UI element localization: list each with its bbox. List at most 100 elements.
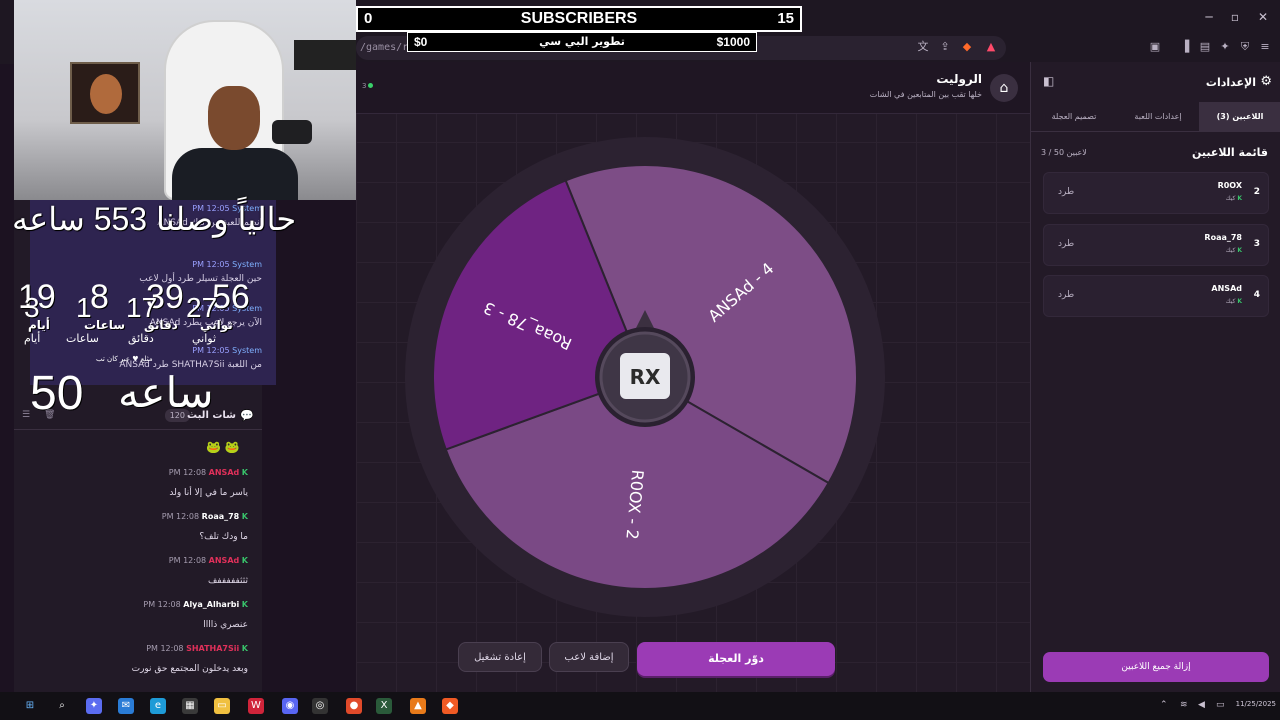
spin-wheel-button[interactable]: دوّر العجلة <box>637 642 835 676</box>
system-message-sender: System <box>232 260 262 269</box>
webcam-shelf <box>294 40 356 70</box>
webcam-streamer <box>172 86 298 200</box>
restart-button[interactable]: إعادة تشغيل <box>458 642 542 672</box>
wifi-icon[interactable]: ≋ <box>1180 700 1188 710</box>
system-message-time: PM 12:05 <box>192 260 230 269</box>
timer-seconds-big: 56 <box>212 278 250 316</box>
leo-icon[interactable]: ✦ <box>1218 40 1232 54</box>
volume-icon[interactable]: ◀ <box>1198 700 1205 710</box>
copilot-icon[interactable]: ✦ <box>86 698 102 714</box>
timer-hours-big: 8 <box>90 278 109 316</box>
kick-badge-icon: K <box>241 512 248 521</box>
player-platform-label: كيك <box>1225 247 1236 254</box>
chat-message-head: PM 12:08 ANSAd K <box>169 468 248 477</box>
player-card: 4 ANSAd كيك K طرد <box>1043 275 1269 317</box>
brave-shield-icon[interactable]: ◆ <box>960 40 974 54</box>
chat-message: PM 12:08 ANSAd K ياسر ما في إلا أنا ولد <box>14 468 262 512</box>
gear-icon: ⚙ <box>1260 74 1272 89</box>
timer-label-minutes: دقائق <box>144 318 178 332</box>
subscribers-goal: 15 <box>777 10 794 27</box>
subscribers-bar: 0 SUBSCRIBERS 15 <box>356 6 802 32</box>
home-icon: ⌂ <box>999 80 1009 96</box>
kick-player-button[interactable]: طرد <box>1058 290 1074 300</box>
streamer-body <box>172 148 298 200</box>
share-icon[interactable]: ⇪ <box>938 40 952 54</box>
kick-player-button[interactable]: طرد <box>1058 187 1074 197</box>
player-number: 2 <box>1253 187 1260 197</box>
chat-message: PM 12:08 Alya_Alharbi K عنصري ذاااا <box>14 600 262 644</box>
chat-message-user: Roaa_78 <box>201 512 240 521</box>
spreadsheet-icon[interactable]: X <box>376 698 392 714</box>
chat-message-time: PM 12:08 <box>161 512 200 521</box>
trash-icon[interactable]: 🗑 <box>44 410 55 420</box>
discord-icon[interactable]: ◉ <box>282 698 298 714</box>
start-icon[interactable]: ⊞ <box>22 698 38 714</box>
chat-message-time: PM 12:08 <box>146 644 184 653</box>
home-button[interactable]: ⌂ <box>990 74 1018 102</box>
donation-goal-title: تطوير البي سي <box>539 35 625 48</box>
timer-label-minutes-2: دقائق <box>128 332 154 345</box>
file-explorer-icon[interactable]: ▭ <box>214 698 230 714</box>
add-player-button[interactable]: إضافة لاعب <box>549 642 629 672</box>
brave-rewards-icon[interactable]: ▲ <box>984 40 998 54</box>
mail-icon[interactable]: ✉ <box>118 698 134 714</box>
player-card: 2 R0OX كيك K طرد <box>1043 172 1269 214</box>
tab-wheel-design[interactable]: تصميم العجلة <box>1031 102 1117 132</box>
battery-icon[interactable]: ▭ <box>1216 700 1225 710</box>
sidebar-icon[interactable]: ▐ <box>1178 40 1192 54</box>
edge-icon[interactable]: e <box>150 698 166 714</box>
chat-message-head: PM 12:08 SHATHA7Sii K <box>146 644 248 653</box>
close-icon[interactable]: ✕ <box>1256 10 1270 24</box>
kick-player-button[interactable]: طرد <box>1058 239 1074 249</box>
translate-icon[interactable]: 文 <box>916 40 930 54</box>
remove-all-players-button[interactable]: إزالة جميع اللاعبين <box>1043 652 1269 682</box>
app-a-icon[interactable]: ▲ <box>410 698 426 714</box>
player-platform-label: كيك <box>1225 195 1236 202</box>
page-title: الروليت <box>936 72 982 86</box>
system-message-time: PM 12:05 <box>192 346 230 355</box>
system-message-head: PM 12:05 System <box>192 346 262 355</box>
timer-label-days: أيام <box>28 318 50 332</box>
tray-chevron-icon[interactable]: ⌃ <box>1160 700 1168 710</box>
chat-message-text: وبعد يدخلون المجتمع حق نورت <box>131 664 248 674</box>
player-name: Roaa_78 <box>1204 233 1242 242</box>
brave-icon[interactable]: ◆ <box>442 698 458 714</box>
maximize-icon[interactable]: ▫ <box>1228 10 1242 24</box>
wheel-logo-text: RX <box>630 365 661 389</box>
tab-players[interactable]: اللاعبين (3) <box>1199 102 1280 132</box>
settings-panel: ◧ الإعدادات ⚙ اللاعبين (3) إعدادات اللعب… <box>1030 62 1280 692</box>
kick-badge-icon: K <box>1237 247 1242 254</box>
chat-emotes: 🐸 🐸 <box>206 440 240 454</box>
extension-icon[interactable]: ▣ <box>1148 40 1162 54</box>
wallet-icon[interactable]: ▤ <box>1198 40 1212 54</box>
app-w-icon[interactable]: W <box>248 698 264 714</box>
timer-label-seconds-2: ثواني <box>192 332 217 345</box>
timer-label-hours-2: ساعات <box>66 332 99 345</box>
obs-icon[interactable]: ◎ <box>312 698 328 714</box>
chat-message-time: PM 12:08 <box>168 468 207 477</box>
chat-message-head: PM 12:08 Alya_Alharbi K <box>143 600 248 609</box>
search-icon[interactable]: ⌕ <box>54 698 70 714</box>
timer-label-days-2: أيام <box>24 332 41 345</box>
system-message-head: PM 12:05 System <box>192 260 262 269</box>
kick-badge-icon: K <box>1237 298 1242 305</box>
chat-message-text: ما ودك تلف؟ <box>199 532 248 542</box>
player-number: 3 <box>1253 239 1260 249</box>
player-platform: كيك K <box>1226 195 1242 202</box>
store-icon[interactable]: ▦ <box>182 698 198 714</box>
timer-caption: حالياً وصلنا 553 ساعه <box>12 201 297 237</box>
tab-game-settings[interactable]: إعدادات اللعبة <box>1117 102 1199 132</box>
roulette-wheel[interactable]: ANSAd - 4R0OX - 2Roaa_78 - 3 RX <box>400 132 890 622</box>
player-name: ANSAd <box>1211 284 1242 293</box>
page-subtitle: خلها تقب بين المتابعين في الشات <box>869 90 982 99</box>
chrome-icon[interactable]: ● <box>346 698 362 714</box>
kick-badge-icon: K <box>241 644 248 653</box>
kick-badge-icon: K <box>241 556 248 565</box>
vpn-icon[interactable]: ⛨ <box>1238 40 1252 54</box>
chat-message-head: PM 12:08 Roaa_78 K <box>162 512 248 521</box>
minimize-icon[interactable]: ─ <box>1202 10 1216 24</box>
subscribers-title: SUBSCRIBERS <box>520 10 638 27</box>
menu-icon[interactable]: ≡ <box>1258 40 1272 54</box>
collapse-panel-icon[interactable]: ◧ <box>1043 74 1054 88</box>
filter-icon[interactable]: ☰ <box>22 410 30 420</box>
